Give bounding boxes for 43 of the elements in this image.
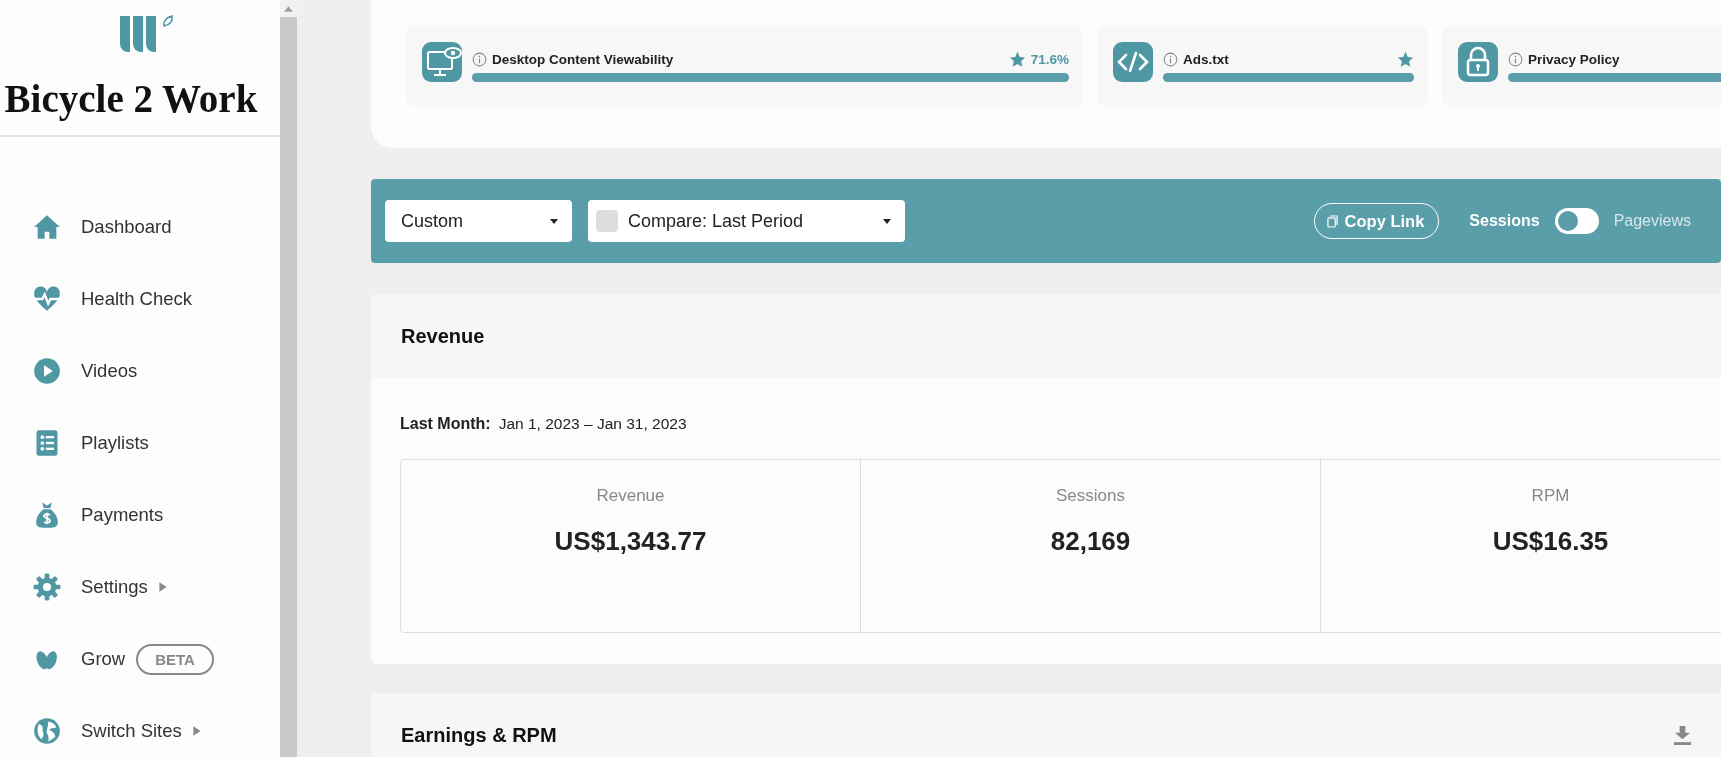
nav-item[interactable]: Settings xyxy=(32,551,280,623)
stat-value: US$1,343.77 xyxy=(554,526,707,557)
check-title: Privacy Policy xyxy=(1528,51,1621,67)
period-label: Last Month: xyxy=(400,415,491,433)
period-dates: Jan 1, 2023 – Jan 31, 2023 xyxy=(498,415,687,433)
stat-label: Sessions xyxy=(1056,486,1125,506)
nav-item[interactable]: Switch Sites xyxy=(32,695,280,757)
info-icon xyxy=(1163,51,1178,67)
beta-badge: BETA xyxy=(136,643,214,675)
heartbeat-icon xyxy=(33,285,61,313)
stat-label: Revenue xyxy=(596,486,665,506)
compare-dropdown[interactable]: Compare: Last Period xyxy=(588,200,905,242)
globe-icon xyxy=(33,717,61,745)
nav-item[interactable]: Grow BETA xyxy=(32,623,280,695)
check-score: 71.6% xyxy=(1030,51,1069,67)
stat-label: RPM xyxy=(1531,486,1570,506)
nav-item[interactable]: Playlists xyxy=(32,407,280,479)
download-icon[interactable] xyxy=(1673,724,1692,746)
site-name: Bicycle 2 Work xyxy=(4,76,258,122)
compare-checkbox[interactable] xyxy=(596,210,618,232)
caret-icon[interactable] xyxy=(883,218,891,224)
money-bag-icon xyxy=(33,501,61,529)
info-icon xyxy=(472,51,487,67)
house-icon xyxy=(33,213,61,241)
stat-value: 82,169 xyxy=(1050,526,1131,557)
check-title: Desktop Content Viewability xyxy=(492,51,675,67)
stat-value: US$16.35 xyxy=(1492,526,1609,557)
nav-item[interactable]: Dashboard xyxy=(32,191,280,263)
scrollbar[interactable] xyxy=(280,0,297,757)
metric-toggle[interactable] xyxy=(1554,208,1599,234)
nav-item[interactable]: Payments xyxy=(32,479,280,551)
play-icon xyxy=(33,357,61,385)
caret-icon[interactable] xyxy=(550,218,558,224)
section-title: Earnings & RPM xyxy=(401,723,557,747)
up-arrow-icon[interactable] xyxy=(284,5,293,12)
info-icon xyxy=(1508,51,1523,67)
date-range-dropdown[interactable]: Custom xyxy=(385,200,572,242)
list-icon xyxy=(33,429,61,457)
check-title: Ads.txt xyxy=(1183,51,1230,67)
section-title: Revenue xyxy=(401,324,485,348)
nav-item[interactable]: Videos xyxy=(32,335,280,407)
nav-item[interactable]: Health Check xyxy=(32,263,280,335)
copy-icon xyxy=(1326,214,1338,228)
